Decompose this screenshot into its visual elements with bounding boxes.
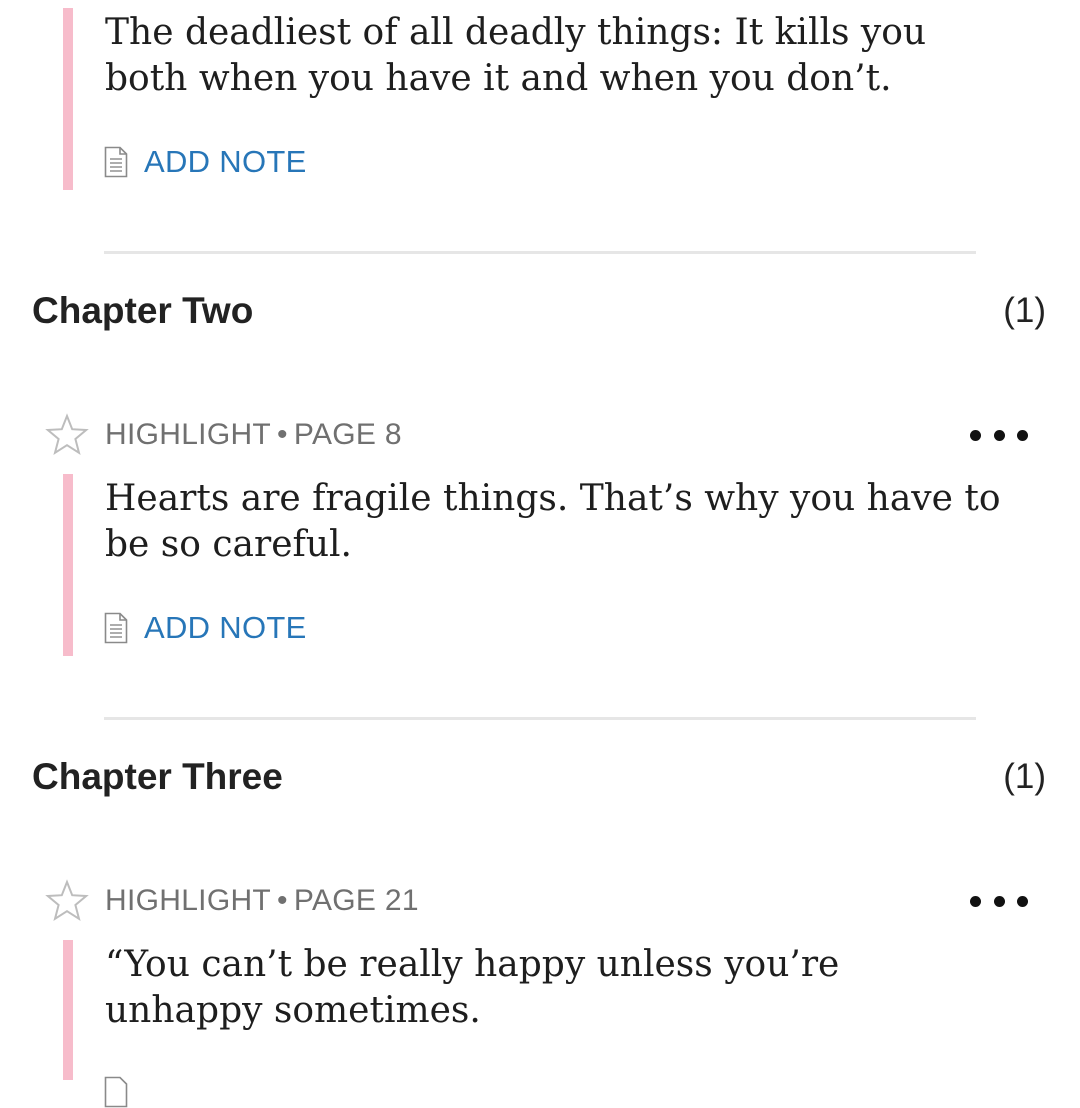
section-divider bbox=[104, 717, 976, 720]
add-note-label: ADD NOTE bbox=[144, 144, 307, 179]
chapter-highlight-count: (1) bbox=[1003, 291, 1046, 330]
separator-dot: • bbox=[277, 884, 288, 917]
highlight-type-label: HIGHLIGHT bbox=[105, 418, 272, 451]
note-icon bbox=[104, 1076, 128, 1108]
dot bbox=[970, 429, 981, 441]
section-divider bbox=[104, 251, 976, 254]
dot bbox=[993, 429, 1005, 441]
dot bbox=[1017, 429, 1028, 441]
highlight-type-label: HIGHLIGHT bbox=[105, 884, 272, 917]
highlight-page-label: PAGE 21 bbox=[293, 884, 419, 917]
star-outline-icon[interactable] bbox=[45, 879, 89, 923]
highlight-bar bbox=[63, 940, 73, 1080]
dot bbox=[970, 895, 981, 907]
dot bbox=[993, 895, 1005, 907]
chapter-title: Chapter Two bbox=[32, 290, 254, 331]
more-options-icon[interactable] bbox=[970, 420, 1028, 450]
highlight-page-label: PAGE 8 bbox=[293, 418, 402, 451]
more-options-icon[interactable] bbox=[970, 886, 1028, 916]
highlight-meta: HIGHLIGHT • PAGE 8 bbox=[105, 418, 402, 452]
add-note-button[interactable]: ADD NOTE bbox=[104, 144, 307, 179]
note-icon bbox=[104, 146, 128, 178]
highlight-meta: HIGHLIGHT • PAGE 21 bbox=[105, 884, 419, 918]
highlight-text: Hearts are fragile things. That’s why yo… bbox=[105, 478, 1001, 565]
highlight-text: “You can’t be really happy unless you’re… bbox=[105, 944, 840, 1031]
chapter-title: Chapter Three bbox=[32, 756, 283, 797]
add-note-label: ADD NOTE bbox=[144, 610, 307, 645]
dot bbox=[1017, 895, 1028, 907]
star-outline-icon[interactable] bbox=[45, 413, 89, 457]
highlight-bar bbox=[63, 8, 73, 190]
note-icon bbox=[104, 612, 128, 644]
add-note-button[interactable]: ADD NOTE bbox=[104, 610, 307, 645]
separator-dot: • bbox=[277, 418, 288, 451]
highlight-bar bbox=[63, 474, 73, 656]
chapter-highlight-count: (1) bbox=[1003, 757, 1046, 796]
highlight-text: The deadliest of all deadly things: It k… bbox=[105, 12, 927, 99]
